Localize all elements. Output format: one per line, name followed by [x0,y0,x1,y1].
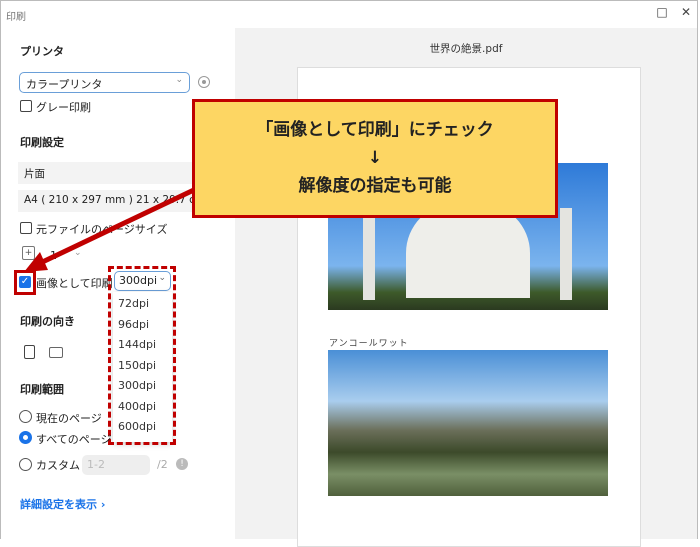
callout-arrow: ↓ [367,148,383,168]
gray-print-checkbox[interactable] [20,100,32,112]
all-pages-radio[interactable] [19,431,32,444]
custom-range-radio[interactable] [19,458,32,471]
close-button[interactable]: ✕ [680,6,692,18]
portrait-icon[interactable] [24,345,35,359]
pointer-arrow [20,180,220,290]
range-heading: 印刷範囲 [20,383,64,396]
all-pages-label: すべてのページ [36,433,112,446]
dpi-highlight-box [108,266,176,445]
gray-print-label: グレー印刷 [36,101,91,114]
window-title: 印刷 [6,12,26,23]
printer-select[interactable]: カラープリンタ ⌄ [19,72,190,93]
maximize-button[interactable]: □ [656,6,668,18]
callout-line1: 「画像として印刷」にチェック [256,120,494,140]
printer-properties-icon[interactable] [198,76,210,88]
current-page-radio[interactable] [19,410,32,423]
current-page-label: 現在のページ [36,412,102,425]
landscape-icon[interactable] [49,347,63,358]
printer-heading: プリンタ [20,45,64,58]
info-icon[interactable]: ! [176,458,188,470]
image-caption: アンコールワット [329,339,409,349]
print-settings-heading: 印刷設定 [20,136,64,149]
custom-range-label: カスタム [36,459,80,472]
page-total: /2 [157,458,168,471]
callout-line3: 解像度の指定も可能 [298,176,452,196]
advanced-settings-link[interactable]: 詳細設定を表示 › [20,496,105,512]
preview-filename: 世界の絶景.pdf [429,43,503,55]
custom-range-input[interactable]: 1-2 [82,455,150,475]
printer-value: カラープリンタ [26,78,103,91]
angkor-wat-image [328,350,608,496]
orientation-heading: 印刷の向き [20,315,75,328]
chevron-down-icon: ⌄ [175,75,183,85]
callout-box: 「画像として印刷」にチェック ↓ 解像度の指定も可能 [192,99,558,218]
